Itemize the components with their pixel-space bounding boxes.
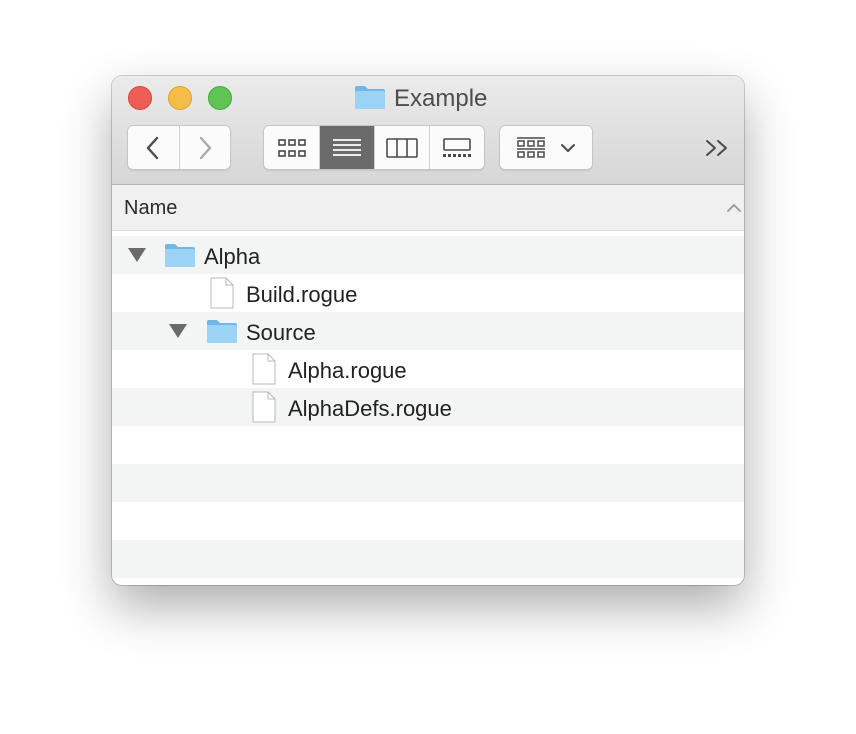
sort-ascending-icon	[726, 201, 742, 219]
document-icon	[251, 353, 277, 390]
item-label: Source	[246, 320, 316, 345]
column-header[interactable]: Name	[112, 185, 744, 231]
disclosure-expanded-icon[interactable]	[128, 248, 146, 262]
finder-window: Example Name Alpha Build.rogue Source Al…	[112, 76, 744, 585]
column-view-button[interactable]	[374, 126, 429, 169]
folder-icon	[164, 241, 196, 274]
chevron-left-icon	[147, 136, 159, 159]
list-row-alpha[interactable]: Alpha	[112, 236, 744, 274]
disclosure-expanded-icon[interactable]	[169, 324, 187, 338]
document-icon	[251, 391, 277, 428]
folder-icon	[206, 317, 238, 350]
toolbar-overflow-button[interactable]	[702, 133, 732, 163]
grid-icon	[277, 138, 306, 157]
name-column-header[interactable]: Name	[124, 197, 177, 220]
item-label: Build.rogue	[246, 282, 358, 307]
view-mode-buttons	[263, 125, 485, 170]
empty-row	[112, 426, 744, 464]
icon-view-button[interactable]	[264, 126, 319, 169]
navigation-buttons	[127, 125, 231, 170]
columns-icon	[386, 137, 418, 158]
item-label: Alpha.rogue	[288, 358, 407, 383]
window-title: Example	[354, 84, 487, 114]
arrange-group-icon	[517, 136, 545, 158]
zoom-button[interactable]	[208, 86, 232, 110]
back-button[interactable]	[128, 126, 179, 169]
list-row-alphadefs-rogue[interactable]: AlphaDefs.rogue	[112, 388, 744, 426]
list-icon	[333, 138, 361, 156]
list-view-button[interactable]	[319, 126, 374, 169]
item-label: AlphaDefs.rogue	[288, 396, 452, 421]
list-row-source[interactable]: Source	[112, 312, 744, 350]
list-row-build-rogue[interactable]: Build.rogue	[112, 274, 744, 312]
file-list: Alpha Build.rogue Source Alpha.rogue Alp…	[112, 236, 744, 578]
minimize-button[interactable]	[168, 86, 192, 110]
item-label: Alpha	[204, 244, 261, 269]
gallery-icon	[443, 137, 471, 157]
double-chevron-right-icon	[706, 140, 727, 156]
gallery-view-button[interactable]	[429, 126, 484, 169]
empty-row	[112, 464, 744, 502]
titlebar: Example	[112, 76, 744, 185]
chevron-right-icon	[199, 136, 212, 159]
empty-row	[112, 502, 744, 540]
chevron-down-icon	[561, 143, 575, 152]
group-by-control[interactable]	[500, 126, 592, 169]
folder-icon	[354, 84, 386, 115]
forward-button[interactable]	[178, 126, 230, 169]
empty-row	[112, 540, 744, 578]
list-row-alpha-rogue[interactable]: Alpha.rogue	[112, 350, 744, 388]
window-title-text: Example	[394, 85, 488, 112]
group-by-button[interactable]	[499, 125, 593, 170]
close-button[interactable]	[128, 86, 152, 110]
document-icon	[209, 277, 235, 314]
